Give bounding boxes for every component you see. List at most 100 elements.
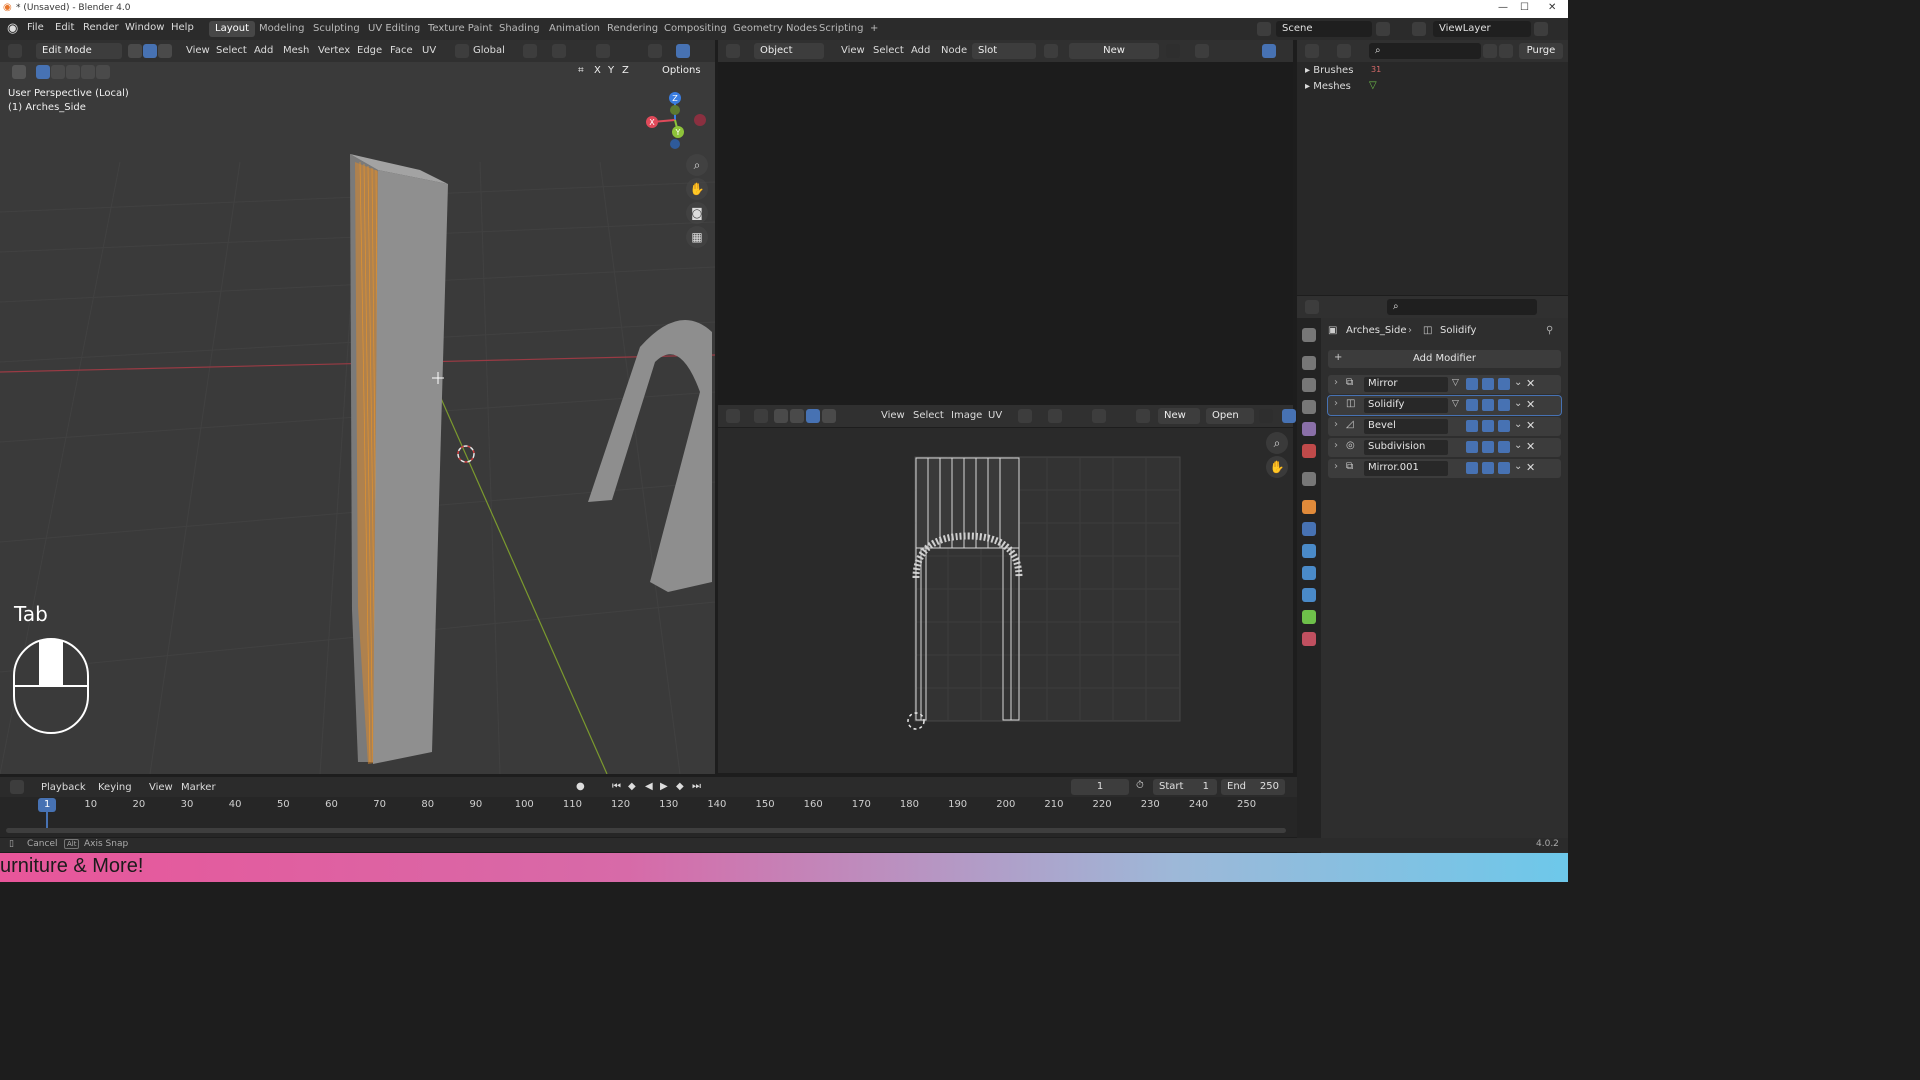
uv-face-mode-icon[interactable] bbox=[806, 409, 820, 423]
maximize-icon[interactable]: ☐ bbox=[1520, 2, 1529, 13]
uv-vertex-mode-icon[interactable] bbox=[774, 409, 788, 423]
node-snap-icon[interactable] bbox=[1195, 44, 1209, 58]
timeline-scrollbar[interactable] bbox=[6, 828, 1286, 833]
new-view-layer-icon[interactable] bbox=[1534, 22, 1548, 36]
play-icon[interactable]: ▶ bbox=[660, 781, 668, 792]
pin-icon[interactable] bbox=[1166, 44, 1180, 58]
snap-icon[interactable] bbox=[552, 44, 566, 58]
record-icon[interactable]: ● bbox=[576, 781, 585, 792]
expand-chevron-icon[interactable]: › bbox=[1334, 440, 1338, 451]
viewport-menu-mesh[interactable]: Mesh bbox=[278, 43, 314, 59]
scene-tab-icon[interactable] bbox=[1302, 422, 1316, 436]
uv-menu-image[interactable]: Image bbox=[946, 408, 987, 424]
output-tab-icon[interactable] bbox=[1302, 378, 1316, 392]
uv-zoom-icon[interactable]: ⌕ bbox=[1266, 432, 1288, 454]
uv-edge-mode-icon[interactable] bbox=[790, 409, 804, 423]
modifier-name[interactable]: Mirror.001 bbox=[1364, 461, 1448, 476]
close-icon[interactable]: ✕ bbox=[1548, 2, 1556, 13]
proportional-edit-icon[interactable] bbox=[596, 44, 610, 58]
tab-layout[interactable]: Layout bbox=[209, 21, 255, 37]
purge-button[interactable]: Purge bbox=[1519, 43, 1563, 59]
viewport-menu-add[interactable]: Add bbox=[249, 43, 278, 59]
menu-help[interactable]: Help bbox=[171, 22, 194, 33]
tab-shading[interactable]: Shading bbox=[493, 21, 546, 37]
object-tab-icon[interactable] bbox=[1302, 500, 1316, 514]
uv-editor-type-icon[interactable] bbox=[726, 409, 740, 423]
uv-pivot-icon[interactable] bbox=[1018, 409, 1032, 423]
gizmo-toggle-icon[interactable] bbox=[676, 44, 690, 58]
uv-snap-icon[interactable] bbox=[1048, 409, 1062, 423]
editmode-toggle-icon[interactable] bbox=[1466, 420, 1478, 432]
collection-tab-icon[interactable] bbox=[1302, 472, 1316, 486]
modifier-name[interactable]: Subdivision bbox=[1364, 440, 1448, 455]
slot-select[interactable]: Slot bbox=[972, 43, 1036, 59]
viewport-toggle-icon[interactable] bbox=[1482, 378, 1494, 390]
jump-start-icon[interactable]: ⏮ bbox=[612, 781, 621, 792]
uv-island-mode-icon[interactable] bbox=[822, 409, 836, 423]
edge-select-icon[interactable] bbox=[143, 44, 157, 58]
node-overlay-icon[interactable] bbox=[1262, 44, 1276, 58]
ortho-grid-icon[interactable]: ▦ bbox=[686, 226, 708, 248]
shader-menu-node[interactable]: Node bbox=[936, 43, 972, 59]
modifier-row-subdivision[interactable]: › ◎ Subdivision ⌄ ✕ bbox=[1328, 438, 1561, 457]
edit-cage-icon[interactable]: ▽ bbox=[1452, 399, 1464, 411]
expand-chevron-icon[interactable]: › bbox=[1334, 377, 1338, 388]
modifier-name[interactable]: Mirror bbox=[1364, 377, 1448, 392]
viewport-menu-face[interactable]: Face bbox=[385, 43, 418, 59]
editmode-toggle-icon[interactable] bbox=[1466, 378, 1478, 390]
viewport-menu-vertex[interactable]: Vertex bbox=[313, 43, 355, 59]
material-icon[interactable] bbox=[1044, 44, 1058, 58]
expand-chevron-icon[interactable]: › bbox=[1334, 461, 1338, 472]
viewport-toggle-icon[interactable] bbox=[1482, 462, 1494, 474]
dropdown-chevron-icon[interactable]: ⌄ bbox=[1514, 461, 1522, 472]
viewport-toggle-icon[interactable] bbox=[1482, 441, 1494, 453]
play-reverse-icon[interactable]: ◀ bbox=[645, 781, 653, 792]
editmode-toggle-icon[interactable] bbox=[1466, 399, 1478, 411]
viewport-toggle-icon[interactable] bbox=[1482, 399, 1494, 411]
select-tool-icon[interactable] bbox=[12, 65, 26, 79]
view-layer-field[interactable]: ViewLayer bbox=[1433, 21, 1531, 37]
jump-keyframe-back-icon[interactable]: ◆ bbox=[628, 781, 636, 792]
dropdown-chevron-icon[interactable]: ⌄ bbox=[1514, 419, 1522, 430]
uv-sync-icon[interactable] bbox=[754, 409, 768, 423]
particles-tab-icon[interactable] bbox=[1302, 544, 1316, 558]
pin-properties-icon[interactable]: ⚲ bbox=[1546, 325, 1553, 336]
scene-icon[interactable] bbox=[1257, 22, 1271, 36]
select-subtract-icon[interactable] bbox=[66, 65, 80, 79]
keying-menu[interactable]: Keying bbox=[93, 780, 137, 796]
tab-geometry-nodes[interactable]: Geometry Nodes bbox=[727, 21, 823, 37]
shader-menu-add[interactable]: Add bbox=[906, 43, 935, 59]
scene-field[interactable]: Scene bbox=[1276, 21, 1372, 37]
dropdown-chevron-icon[interactable]: ⌄ bbox=[1514, 398, 1522, 409]
remove-modifier-icon[interactable]: ✕ bbox=[1526, 377, 1535, 390]
outliner-item-brushes[interactable]: ▸ Brushes bbox=[1305, 65, 1353, 76]
tab-scripting[interactable]: Scripting bbox=[813, 21, 869, 37]
add-workspace-button[interactable]: + bbox=[864, 21, 884, 37]
properties-type-icon[interactable] bbox=[1305, 300, 1319, 314]
editor-type-icon[interactable] bbox=[8, 44, 22, 58]
constraints-tab-icon[interactable] bbox=[1302, 588, 1316, 602]
material-tab-icon[interactable] bbox=[1302, 632, 1316, 646]
outliner-search-input[interactable]: ⌕ bbox=[1369, 43, 1481, 59]
expand-chevron-icon[interactable]: › bbox=[1334, 419, 1338, 430]
uv-menu-view[interactable]: View bbox=[876, 408, 910, 424]
options-button[interactable]: Options bbox=[662, 65, 701, 76]
modifier-row-solidify[interactable]: › ◫ Solidify ▽ ⌄ ✕ bbox=[1327, 395, 1562, 416]
3d-viewport[interactable]: ⌗ X Y Z Options User Perspective (Local)… bbox=[0, 62, 715, 774]
face-select-icon[interactable] bbox=[158, 44, 172, 58]
mirror-y-toggle[interactable]: Y bbox=[608, 65, 614, 76]
tool-tab-icon[interactable] bbox=[1302, 328, 1316, 342]
modifier-tab-icon[interactable] bbox=[1302, 522, 1316, 536]
uv-overlay-icon[interactable] bbox=[1282, 409, 1296, 423]
remove-modifier-icon[interactable]: ✕ bbox=[1526, 461, 1535, 474]
uv-pan-icon[interactable]: ✋ bbox=[1266, 456, 1288, 478]
new-image-button[interactable]: New bbox=[1158, 408, 1200, 424]
camera-view-icon[interactable]: ◙ bbox=[686, 202, 708, 224]
vertex-select-icon[interactable] bbox=[128, 44, 142, 58]
add-modifier-button[interactable]: + Add Modifier bbox=[1328, 350, 1561, 368]
mirror-z-toggle[interactable]: Z bbox=[622, 65, 629, 76]
view-layer-icon[interactable] bbox=[1412, 22, 1426, 36]
timeline-type-icon[interactable] bbox=[10, 780, 24, 794]
end-frame-field[interactable]: End 250 bbox=[1221, 779, 1285, 795]
transform-orientation-icon[interactable] bbox=[455, 44, 469, 58]
